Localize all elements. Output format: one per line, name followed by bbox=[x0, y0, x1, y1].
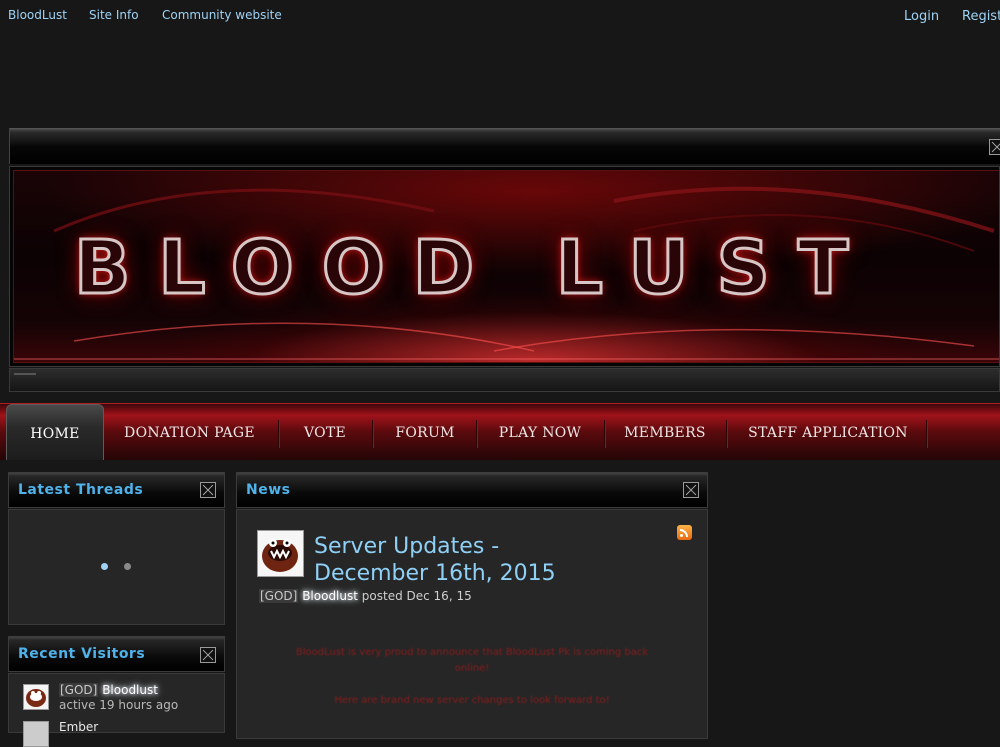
banner-title: BLOOD LUST bbox=[72, 224, 877, 313]
nav-item-staff-application[interactable]: STAFF APPLICATION bbox=[732, 404, 924, 460]
news-post-line: online! bbox=[454, 663, 490, 674]
topnav-link-community-website[interactable]: Community website bbox=[162, 8, 282, 22]
expand-icon[interactable] bbox=[200, 482, 216, 498]
avatar[interactable] bbox=[257, 530, 304, 577]
banner-image: BLOOD LUST bbox=[13, 170, 999, 363]
visitor-activity: active 19 hours ago bbox=[59, 698, 179, 712]
nav-item-play-now[interactable]: PLAY NOW bbox=[482, 404, 598, 460]
nav-item-vote[interactable]: VOTE bbox=[284, 404, 366, 460]
visitor-name[interactable]: Ember bbox=[59, 720, 98, 734]
register-link[interactable]: Regist bbox=[962, 9, 1000, 24]
recent-visitors-title: Recent Visitors bbox=[18, 646, 146, 662]
latest-threads-header: Latest Threads bbox=[8, 472, 225, 508]
topnav-link-bloodlust[interactable]: BloodLust bbox=[8, 8, 67, 22]
news-title: News bbox=[246, 482, 291, 498]
nav-item-members[interactable]: MEMBERS bbox=[610, 404, 720, 460]
expand-icon[interactable] bbox=[200, 647, 216, 663]
topnav-link-site-info[interactable]: Site Info bbox=[89, 8, 139, 22]
expand-icon[interactable] bbox=[683, 482, 699, 498]
login-link[interactable]: Login bbox=[904, 9, 939, 24]
latest-threads-body bbox=[8, 509, 225, 625]
news-post-title[interactable]: Server Updates - December 16th, 2015 bbox=[314, 533, 614, 587]
news-header: News bbox=[236, 472, 708, 508]
nav-item-home[interactable]: HOME bbox=[6, 404, 104, 460]
expand-icon[interactable] bbox=[989, 139, 1000, 155]
recent-visitors-header: Recent Visitors bbox=[8, 636, 225, 672]
loading-dot bbox=[101, 563, 108, 570]
latest-threads-title: Latest Threads bbox=[18, 482, 144, 498]
loading-dot bbox=[124, 563, 131, 570]
rss-icon[interactable] bbox=[677, 525, 692, 540]
top-navigation: BloodLust Site Info Community website Lo… bbox=[0, 0, 1000, 34]
nav-item-donation-page[interactable]: DONATION PAGE bbox=[112, 404, 267, 460]
main-navigation: HOME DONATION PAGE VOTE FORUM PLAY NOW M… bbox=[0, 403, 1000, 460]
news-post-line: BloodLust is very proud to announce that… bbox=[295, 647, 649, 658]
news-post-line: Here are brand new server changes to loo… bbox=[334, 695, 610, 706]
recent-visitors-body: [GOD] Bloodlust active 19 hours ago Embe… bbox=[8, 673, 225, 747]
news-post-byline: [GOD] Bloodlust posted Dec 16, 15 bbox=[259, 589, 472, 603]
avatar[interactable] bbox=[23, 721, 49, 747]
avatar[interactable] bbox=[23, 684, 49, 710]
header-bar bbox=[9, 128, 1000, 164]
banner-sub-bar bbox=[9, 368, 1000, 392]
post-date: posted Dec 16, 15 bbox=[361, 589, 472, 603]
nav-item-forum[interactable]: FORUM bbox=[378, 404, 472, 460]
author-rank: [GOD] bbox=[259, 589, 299, 603]
author-name[interactable]: Bloodlust bbox=[302, 589, 358, 603]
banner-frame: BLOOD LUST bbox=[9, 166, 1000, 367]
visitor-name[interactable]: [GOD] Bloodlust bbox=[59, 683, 158, 697]
